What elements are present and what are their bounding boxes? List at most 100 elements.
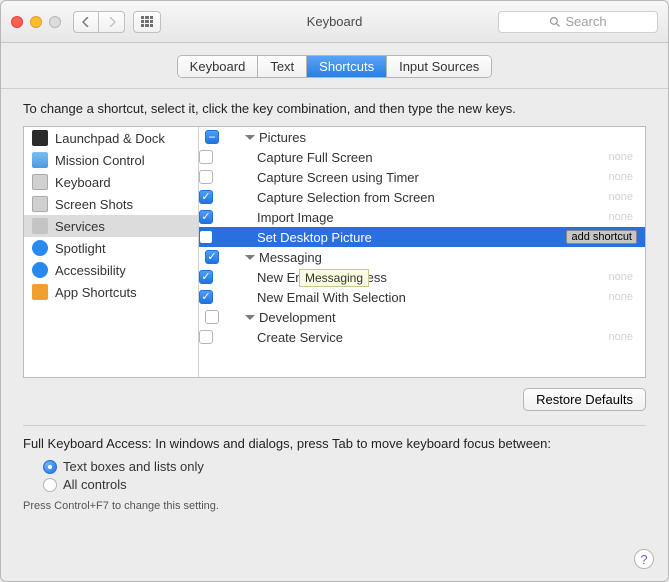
sidebar-item-accessibility[interactable]: Accessibility bbox=[24, 259, 198, 281]
nav-buttons bbox=[73, 11, 125, 33]
checkbox[interactable] bbox=[205, 310, 219, 324]
checkbox[interactable] bbox=[199, 150, 213, 164]
shortcut-row[interactable]: Capture Screen using Timernone bbox=[199, 167, 645, 187]
checkbox[interactable] bbox=[199, 290, 213, 304]
search-icon bbox=[549, 16, 561, 28]
radio-indicator bbox=[43, 460, 57, 474]
sidebar-label: Keyboard bbox=[55, 175, 111, 190]
checkbox[interactable] bbox=[199, 330, 213, 344]
sidebar-item-screen-shots[interactable]: Screen Shots bbox=[24, 193, 198, 215]
checkbox[interactable] bbox=[199, 170, 213, 184]
shortcut-value[interactable]: none bbox=[609, 211, 633, 223]
group-row-development[interactable]: Development bbox=[199, 307, 645, 327]
checkbox[interactable] bbox=[205, 130, 219, 144]
shortcut-value[interactable]: none bbox=[609, 171, 633, 183]
content: To change a shortcut, select it, click t… bbox=[1, 89, 668, 512]
disclosure-triangle-icon[interactable] bbox=[245, 135, 255, 140]
grid-icon bbox=[141, 16, 153, 28]
group-row-messaging[interactable]: Messaging bbox=[199, 247, 645, 267]
sidebar-label: Spotlight bbox=[55, 241, 106, 256]
close-button[interactable] bbox=[11, 16, 23, 28]
sidebar-item-keyboard[interactable]: Keyboard bbox=[24, 171, 198, 193]
keyboard-access-radios: Text boxes and lists only All controls bbox=[43, 459, 646, 492]
sidebar-item-mission-control[interactable]: Mission Control bbox=[24, 149, 198, 171]
tab-shortcuts[interactable]: Shortcuts bbox=[307, 56, 387, 77]
shortcut-label: Capture Selection from Screen bbox=[257, 190, 609, 205]
restore-row: Restore Defaults bbox=[23, 388, 646, 411]
checkbox[interactable] bbox=[199, 230, 213, 244]
tab-input-sources[interactable]: Input Sources bbox=[387, 56, 491, 77]
forward-button[interactable] bbox=[99, 11, 125, 33]
tab-keyboard[interactable]: Keyboard bbox=[178, 56, 259, 77]
shortcut-value[interactable]: none bbox=[609, 151, 633, 163]
services-icon bbox=[32, 218, 48, 234]
sidebar-label: Launchpad & Dock bbox=[55, 131, 165, 146]
shortcuts-list[interactable]: Pictures Capture Full Screennone Capture… bbox=[199, 127, 645, 377]
checkbox[interactable] bbox=[199, 270, 213, 284]
spotlight-icon bbox=[32, 240, 48, 256]
help-button[interactable]: ? bbox=[634, 549, 654, 569]
shortcut-row[interactable]: New Email To Addressnone Messaging bbox=[199, 267, 645, 287]
sidebar-label: Services bbox=[55, 219, 105, 234]
shortcut-row[interactable]: Import Imagenone bbox=[199, 207, 645, 227]
tab-bar: Keyboard Text Shortcuts Input Sources bbox=[1, 43, 668, 80]
shortcut-label: Set Desktop Picture bbox=[257, 230, 566, 245]
sidebar-label: Mission Control bbox=[55, 153, 145, 168]
shortcut-label: Import Image bbox=[257, 210, 609, 225]
search-field[interactable]: Search bbox=[498, 11, 658, 33]
restore-defaults-button[interactable]: Restore Defaults bbox=[523, 388, 646, 411]
disclosure-triangle-icon[interactable] bbox=[245, 255, 255, 260]
shortcut-row[interactable]: Create Servicenone bbox=[199, 327, 645, 347]
mission-control-icon bbox=[32, 152, 48, 168]
app-shortcuts-icon bbox=[32, 284, 48, 300]
shortcut-value[interactable]: none bbox=[609, 271, 633, 283]
show-all-button[interactable] bbox=[133, 11, 161, 33]
shortcut-label: Capture Screen using Timer bbox=[257, 170, 609, 185]
sidebar-item-app-shortcuts[interactable]: App Shortcuts bbox=[24, 281, 198, 303]
checkbox[interactable] bbox=[199, 190, 213, 204]
preferences-window: Keyboard Search Keyboard Text Shortcuts … bbox=[0, 0, 669, 582]
launchpad-icon bbox=[32, 130, 48, 146]
divider bbox=[23, 425, 646, 426]
checkbox[interactable] bbox=[205, 250, 219, 264]
disclosure-triangle-icon[interactable] bbox=[245, 315, 255, 320]
radio-text-boxes-only[interactable]: Text boxes and lists only bbox=[43, 459, 646, 474]
minimize-button[interactable] bbox=[30, 16, 42, 28]
radio-label: Text boxes and lists only bbox=[63, 459, 204, 474]
screenshots-icon bbox=[32, 196, 48, 212]
radio-indicator bbox=[43, 478, 57, 492]
checkbox[interactable] bbox=[199, 210, 213, 224]
sidebar-item-spotlight[interactable]: Spotlight bbox=[24, 237, 198, 259]
search-placeholder: Search bbox=[565, 14, 606, 29]
group-label: Messaging bbox=[259, 250, 639, 265]
radio-all-controls[interactable]: All controls bbox=[43, 477, 646, 492]
group-label: Pictures bbox=[259, 130, 639, 145]
shortcut-label: Capture Full Screen bbox=[257, 150, 609, 165]
shortcut-value[interactable]: none bbox=[609, 331, 633, 343]
sidebar-label: Screen Shots bbox=[55, 197, 133, 212]
add-shortcut-button[interactable]: add shortcut bbox=[566, 230, 637, 244]
radio-label: All controls bbox=[63, 477, 127, 492]
sidebar-label: Accessibility bbox=[55, 263, 126, 278]
shortcut-label: Create Service bbox=[257, 330, 609, 345]
back-button[interactable] bbox=[73, 11, 99, 33]
zoom-button bbox=[49, 16, 61, 28]
keyboard-access-footnote: Press Control+F7 to change this setting. bbox=[23, 500, 646, 512]
sidebar-item-services[interactable]: Services bbox=[24, 215, 198, 237]
shortcut-row-selected[interactable]: Set Desktop Pictureadd shortcut bbox=[199, 227, 645, 247]
sidebar-item-launchpad[interactable]: Launchpad & Dock bbox=[24, 127, 198, 149]
category-sidebar[interactable]: Launchpad & Dock Mission Control Keyboar… bbox=[24, 127, 199, 377]
shortcut-row[interactable]: Capture Full Screennone bbox=[199, 147, 645, 167]
tab-text[interactable]: Text bbox=[258, 56, 307, 77]
shortcut-value[interactable]: none bbox=[609, 291, 633, 303]
shortcut-row[interactable]: New Email With Selectionnone bbox=[199, 287, 645, 307]
keyboard-icon bbox=[32, 174, 48, 190]
shortcut-row[interactable]: Capture Selection from Screennone bbox=[199, 187, 645, 207]
sidebar-label: App Shortcuts bbox=[55, 285, 137, 300]
group-row-pictures[interactable]: Pictures bbox=[199, 127, 645, 147]
shortcut-value[interactable]: none bbox=[609, 191, 633, 203]
shortcut-label: New Email With Selection bbox=[257, 290, 609, 305]
window-controls bbox=[11, 16, 61, 28]
keyboard-access-text: Full Keyboard Access: In windows and dia… bbox=[23, 436, 646, 451]
titlebar: Keyboard Search bbox=[1, 1, 668, 43]
